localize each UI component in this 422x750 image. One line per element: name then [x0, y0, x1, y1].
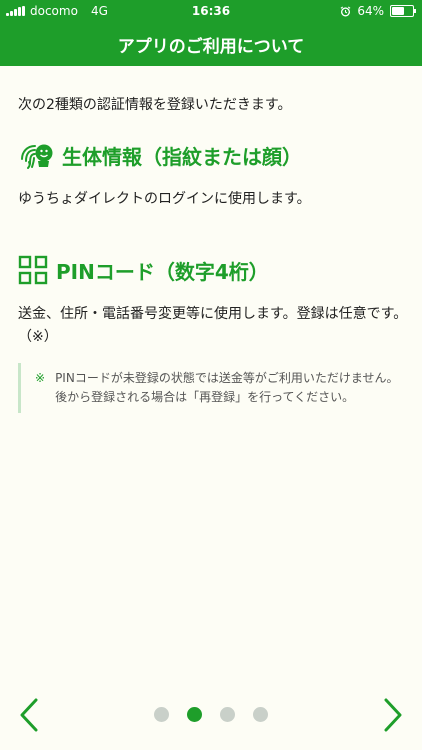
intro-text: 次の2種類の認証情報を登録いただきます。: [18, 97, 292, 113]
nav-bar: アプリのご利用について: [0, 22, 422, 66]
status-bar: docomo 4G 16:36 64%: [0, 0, 422, 22]
pager-footer: [0, 690, 422, 740]
pin-note: ※ PINコードが未登録の状態では送金等がご利用いただけません。後から登録される…: [18, 363, 408, 413]
face-fingerprint-icon: [21, 144, 53, 169]
note-text: PINコードが未登録の状態では送金等がご利用いただけません。後から登録される場合…: [55, 371, 399, 404]
chevron-right-icon[interactable]: [378, 697, 408, 733]
alarm-icon: [340, 5, 351, 16]
biometric-desc: ゆうちょダイレクトのログインに使用します。: [18, 191, 311, 207]
page-dot[interactable]: [253, 707, 268, 722]
status-right: 64%: [340, 4, 416, 18]
pin-desc: 送金、住所・電話番号変更等に使用します。登録は任意です。（※）: [18, 306, 408, 345]
main-content: 次の2種類の認証情報を登録いただきます。 生体情報（指紋または顔） ゆうちょダイ…: [18, 94, 408, 413]
note-mark: ※: [35, 371, 46, 385]
biometric-title: 生体情報（指紋または顔）: [62, 144, 302, 169]
page-dot[interactable]: [154, 707, 169, 722]
battery-icon: [390, 5, 416, 17]
pin-title: PINコード（数字4桁）: [56, 259, 269, 284]
page-indicator: [0, 707, 422, 722]
pin-grid-icon: [18, 255, 48, 285]
battery-percent: 64%: [357, 4, 384, 18]
page-dot[interactable]: [220, 707, 235, 722]
page-title: アプリのご利用について: [117, 36, 305, 57]
pin-section-header: PINコード（数字4桁）: [18, 255, 408, 285]
page-dot[interactable]: [187, 707, 202, 722]
biometric-section-header: 生体情報（指紋または顔）: [18, 140, 408, 170]
